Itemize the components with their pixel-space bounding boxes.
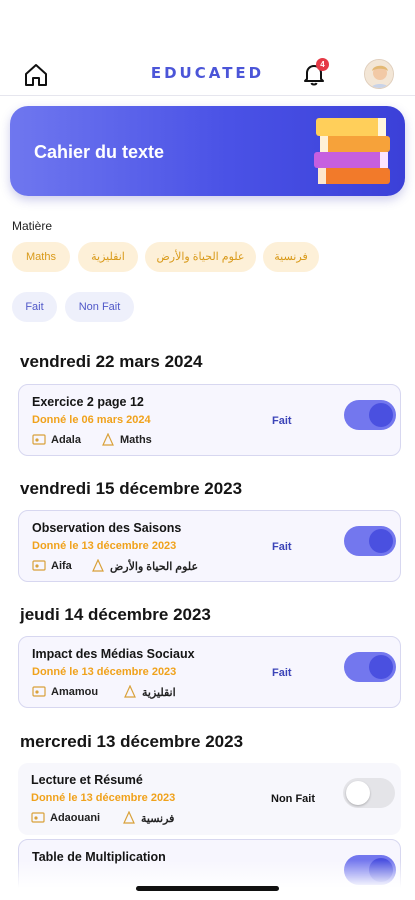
home-indicator[interactable] — [136, 886, 279, 891]
notification-badge: 4 — [316, 58, 329, 71]
day-heading: vendredi 15 décembre 2023 — [20, 479, 243, 498]
subject-filter-label: Matière — [12, 219, 53, 233]
toggle-knob — [346, 781, 370, 805]
status-chip-done[interactable]: Fait — [12, 292, 57, 322]
toggle-knob — [369, 655, 393, 679]
homework-banner: Cahier du texte — [10, 106, 405, 196]
status-label: Fait — [272, 415, 292, 427]
status-chip-not-done[interactable]: Non Fait — [65, 292, 134, 322]
toggle-knob — [369, 403, 393, 427]
avatar[interactable] — [364, 59, 394, 89]
teacher-icon — [32, 560, 46, 571]
top-bar: EDUCATED 4 — [0, 52, 415, 96]
done-toggle[interactable] — [344, 526, 396, 556]
page-title: Cahier du texte — [34, 142, 165, 162]
homework-title: Observation des Saisons — [32, 521, 182, 535]
status-label: Fait — [272, 541, 292, 553]
teacher-info: Amamou — [32, 684, 98, 700]
subject-chip-french[interactable]: فرنسية — [263, 242, 319, 272]
done-toggle[interactable] — [344, 652, 396, 682]
toggle-knob — [369, 529, 393, 553]
bottom-fade — [0, 860, 415, 900]
subject-chip-maths[interactable]: Maths — [12, 242, 70, 272]
teacher-name: Adaouani — [50, 812, 101, 824]
subject-name: فرنسية — [141, 812, 175, 825]
subject-icon — [123, 811, 135, 824]
subject-info: انقليزية — [123, 684, 176, 700]
subject-info: فرنسية — [122, 810, 174, 826]
books-stack-illustration — [314, 118, 390, 184]
subject-name: علوم الحياة والأرض — [110, 560, 199, 573]
teacher-name: Aifa — [51, 560, 72, 572]
subject-chip-life-science[interactable]: علوم الحياة والأرض — [145, 242, 256, 272]
homework-title: Impact des Médias Sociaux — [32, 647, 195, 661]
homework-card[interactable]: Observation des Saisons Donné le 13 déce… — [18, 510, 401, 582]
homework-card[interactable]: Lecture et Résumé Donné le 13 décembre 2… — [18, 763, 401, 835]
homework-given-date: Donné le 13 décembre 2023 — [32, 540, 177, 552]
status-label: Non Fait — [271, 793, 315, 805]
subject-info: Maths — [101, 432, 152, 448]
subject-icon — [92, 559, 104, 572]
teacher-name: Amamou — [51, 686, 99, 698]
homework-title: Lecture et Résumé — [31, 773, 143, 787]
homework-given-date: Donné le 06 mars 2024 — [32, 414, 151, 426]
status-label: Fait — [272, 667, 292, 679]
day-heading: vendredi 22 mars 2024 — [20, 352, 203, 371]
homework-given-date: Donné le 13 décembre 2023 — [32, 666, 177, 678]
subject-info: علوم الحياة والأرض — [91, 558, 198, 574]
homework-card[interactable]: Exercice 2 page 12 Donné le 06 mars 2024… — [18, 384, 401, 456]
day-heading: mercredi 13 décembre 2023 — [20, 732, 244, 751]
teacher-info: Adaouani — [31, 810, 100, 826]
subject-icon — [102, 433, 114, 446]
subject-name: Maths — [120, 434, 152, 446]
subject-chip-english[interactable]: انقليزية — [78, 242, 138, 272]
homework-given-date: Donné le 13 décembre 2023 — [31, 792, 176, 804]
teacher-name: Adala — [51, 434, 81, 446]
teacher-info: Adala — [32, 432, 81, 448]
done-toggle[interactable] — [343, 778, 395, 808]
teacher-info: Aifa — [32, 558, 72, 574]
subject-icon — [124, 685, 136, 698]
day-heading: jeudi 14 décembre 2023 — [20, 605, 211, 624]
notifications-button[interactable]: 4 — [300, 58, 329, 88]
homework-card[interactable]: Impact des Médias Sociaux Donné le 13 dé… — [18, 636, 401, 708]
teacher-icon — [32, 434, 46, 445]
homework-title: Exercice 2 page 12 — [32, 395, 144, 409]
teacher-icon — [31, 812, 45, 823]
app-logo: EDUCATED — [150, 64, 265, 82]
done-toggle[interactable] — [344, 400, 396, 430]
user-avatar-image — [365, 60, 393, 88]
teacher-icon — [32, 686, 46, 697]
subject-name: انقليزية — [142, 686, 176, 699]
